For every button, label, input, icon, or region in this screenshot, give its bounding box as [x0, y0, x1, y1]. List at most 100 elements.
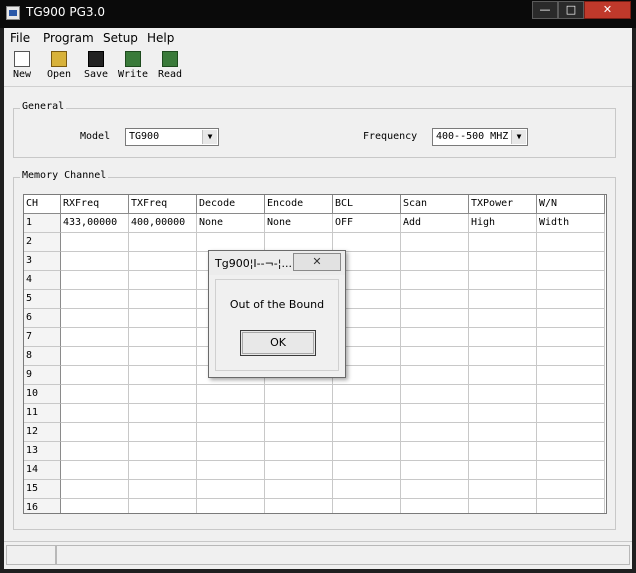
- open-button[interactable]: Open: [41, 51, 77, 85]
- grid-cell-txfreq[interactable]: [129, 423, 197, 442]
- grid-cell-encode[interactable]: [265, 423, 333, 442]
- row-header[interactable]: 1: [24, 214, 61, 233]
- grid-cell-encode[interactable]: None: [265, 214, 333, 233]
- save-button[interactable]: Save: [78, 51, 114, 85]
- new-button[interactable]: New: [4, 51, 40, 85]
- grid-cell-txpower[interactable]: [469, 385, 537, 404]
- grid-cell-encode[interactable]: [265, 385, 333, 404]
- grid-cell-rxfreq[interactable]: [61, 271, 129, 290]
- grid-cell-wn[interactable]: [537, 347, 605, 366]
- grid-cell-rxfreq[interactable]: [61, 499, 129, 513]
- grid-cell-txfreq[interactable]: [129, 328, 197, 347]
- grid-cell-decode[interactable]: [197, 442, 265, 461]
- grid-cell-txfreq[interactable]: [129, 252, 197, 271]
- grid-cell-decode[interactable]: [197, 423, 265, 442]
- grid-cell-scan[interactable]: [401, 328, 469, 347]
- row-header[interactable]: 15: [24, 480, 61, 499]
- grid-cell-wn[interactable]: [537, 385, 605, 404]
- grid-cell-bcl[interactable]: [333, 404, 401, 423]
- grid-cell-txfreq[interactable]: [129, 233, 197, 252]
- column-header-rxfreq[interactable]: RXFreq: [61, 195, 129, 214]
- grid-cell-scan[interactable]: Add: [401, 214, 469, 233]
- grid-cell-wn[interactable]: [537, 404, 605, 423]
- grid-cell-rxfreq[interactable]: [61, 385, 129, 404]
- grid-cell-wn[interactable]: [537, 309, 605, 328]
- grid-cell-encode[interactable]: [265, 404, 333, 423]
- grid-cell-scan[interactable]: [401, 423, 469, 442]
- row-header[interactable]: 2: [24, 233, 61, 252]
- grid-cell-rxfreq[interactable]: [61, 461, 129, 480]
- grid-cell-wn[interactable]: [537, 480, 605, 499]
- maximize-button[interactable]: □: [558, 1, 584, 19]
- grid-cell-wn[interactable]: Width: [537, 214, 605, 233]
- grid-cell-scan[interactable]: [401, 271, 469, 290]
- grid-cell-txpower[interactable]: [469, 461, 537, 480]
- grid-cell-txfreq[interactable]: [129, 404, 197, 423]
- grid-cell-txfreq[interactable]: 400,00000: [129, 214, 197, 233]
- grid-cell-rxfreq[interactable]: [61, 442, 129, 461]
- write-button[interactable]: Write: [115, 51, 151, 85]
- menu-program[interactable]: Program: [43, 31, 94, 45]
- frequency-select[interactable]: 400--500 MHZ ▼: [432, 128, 528, 146]
- grid-cell-txpower[interactable]: [469, 442, 537, 461]
- grid-cell-txpower[interactable]: High: [469, 214, 537, 233]
- grid-cell-txpower[interactable]: [469, 480, 537, 499]
- grid-cell-scan[interactable]: [401, 347, 469, 366]
- grid-cell-txpower[interactable]: [469, 328, 537, 347]
- row-header[interactable]: 16: [24, 499, 61, 513]
- grid-cell-rxfreq[interactable]: [61, 480, 129, 499]
- grid-cell-decode[interactable]: [197, 461, 265, 480]
- grid-cell-scan[interactable]: [401, 385, 469, 404]
- grid-cell-txpower[interactable]: [469, 233, 537, 252]
- grid-cell-txfreq[interactable]: [129, 347, 197, 366]
- column-header-ch[interactable]: CH: [24, 195, 61, 214]
- grid-cell-encode[interactable]: [265, 442, 333, 461]
- grid-cell-txpower[interactable]: [469, 309, 537, 328]
- grid-cell-txfreq[interactable]: [129, 290, 197, 309]
- grid-cell-wn[interactable]: [537, 290, 605, 309]
- grid-cell-rxfreq[interactable]: [61, 309, 129, 328]
- grid-cell-rxfreq[interactable]: [61, 290, 129, 309]
- row-header[interactable]: 14: [24, 461, 61, 480]
- grid-cell-scan[interactable]: [401, 442, 469, 461]
- row-header[interactable]: 5: [24, 290, 61, 309]
- grid-cell-scan[interactable]: [401, 461, 469, 480]
- grid-cell-bcl[interactable]: [333, 480, 401, 499]
- row-header[interactable]: 3: [24, 252, 61, 271]
- grid-cell-txfreq[interactable]: [129, 366, 197, 385]
- grid-cell-wn[interactable]: [537, 442, 605, 461]
- grid-cell-rxfreq[interactable]: [61, 328, 129, 347]
- grid-cell-txfreq[interactable]: [129, 480, 197, 499]
- grid-cell-decode[interactable]: [197, 404, 265, 423]
- grid-cell-txpower[interactable]: [469, 252, 537, 271]
- column-header-bcl[interactable]: BCL: [333, 195, 401, 214]
- dialog-close-button[interactable]: ✕: [293, 253, 341, 271]
- grid-cell-encode[interactable]: [265, 461, 333, 480]
- grid-cell-rxfreq[interactable]: [61, 423, 129, 442]
- model-select[interactable]: TG900 ▼: [125, 128, 219, 146]
- chevron-down-icon[interactable]: ▼: [511, 130, 526, 144]
- read-button[interactable]: Read: [152, 51, 188, 85]
- grid-cell-wn[interactable]: [537, 271, 605, 290]
- menu-help[interactable]: Help: [147, 31, 174, 45]
- grid-cell-rxfreq[interactable]: [61, 252, 129, 271]
- grid-cell-scan[interactable]: [401, 366, 469, 385]
- grid-cell-wn[interactable]: [537, 499, 605, 513]
- grid-cell-txfreq[interactable]: [129, 461, 197, 480]
- menu-file[interactable]: File: [10, 31, 30, 45]
- grid-cell-bcl[interactable]: [333, 499, 401, 513]
- grid-cell-decode[interactable]: [197, 480, 265, 499]
- grid-cell-decode[interactable]: None: [197, 214, 265, 233]
- grid-cell-txpower[interactable]: [469, 347, 537, 366]
- grid-cell-rxfreq[interactable]: [61, 404, 129, 423]
- grid-cell-scan[interactable]: [401, 404, 469, 423]
- grid-cell-rxfreq[interactable]: [61, 366, 129, 385]
- title-bar[interactable]: TG900 PG3.0 — □ ✕: [0, 0, 636, 28]
- grid-cell-txfreq[interactable]: [129, 499, 197, 513]
- menu-setup[interactable]: Setup: [103, 31, 138, 45]
- ok-button[interactable]: OK: [240, 330, 316, 356]
- grid-cell-txpower[interactable]: [469, 499, 537, 513]
- grid-cell-wn[interactable]: [537, 252, 605, 271]
- grid-cell-rxfreq[interactable]: [61, 347, 129, 366]
- grid-cell-wn[interactable]: [537, 461, 605, 480]
